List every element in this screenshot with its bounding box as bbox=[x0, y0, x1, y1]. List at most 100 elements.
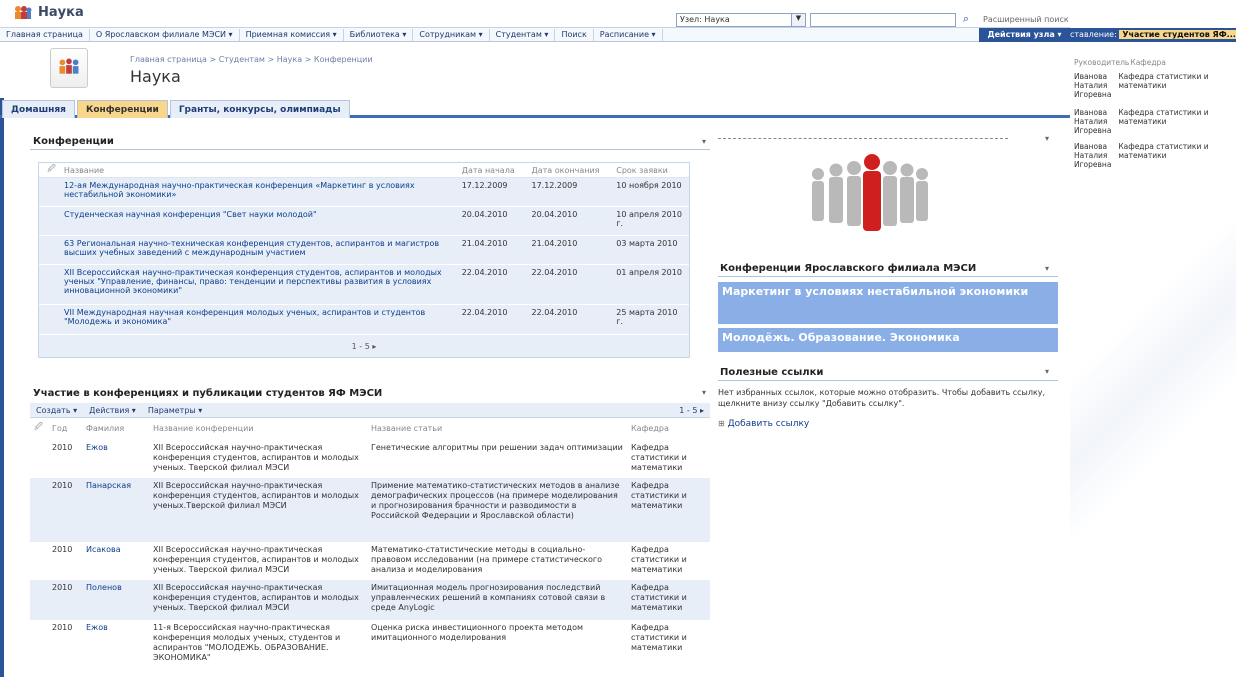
participation-header: 🖉 Год Фамилия Название конференции Назва… bbox=[30, 420, 710, 436]
webpart-menu-icon[interactable]: ▾ bbox=[1045, 367, 1049, 376]
department: Кафедра статистики и математики bbox=[1118, 72, 1209, 90]
col-header-year[interactable]: Год bbox=[47, 424, 82, 433]
new-button[interactable]: Создать ▾ bbox=[30, 406, 83, 415]
nav-item-library[interactable]: Библиотека ▾ bbox=[344, 28, 414, 41]
list-item: Иванова Наталия Игоревна Кафедра статист… bbox=[1074, 72, 1234, 99]
search-input[interactable] bbox=[810, 13, 956, 27]
department: Кафедра статистики и математики bbox=[1118, 108, 1209, 126]
actions-button[interactable]: Действия ▾ bbox=[83, 406, 142, 415]
table-row: XII Всероссийская научно-практическая ко… bbox=[39, 265, 689, 305]
conference-link[interactable]: 12-ая Международная научно-практическая … bbox=[39, 178, 458, 206]
conferences-pager[interactable]: 1 - 5 ▸ bbox=[39, 337, 689, 357]
surname-link[interactable]: Ежов bbox=[82, 440, 149, 478]
table-row: 2010 Ежов XII Всероссийская научно-практ… bbox=[30, 440, 710, 478]
start-date: 22.04.2010 bbox=[461, 308, 508, 317]
conference-banner-link[interactable]: Маркетинг в условиях нестабильной эконом… bbox=[718, 282, 1058, 324]
divider bbox=[718, 380, 1058, 381]
page-icon bbox=[50, 48, 88, 88]
list-toolbar: Создать ▾ Действия ▾ Параметры ▾ 1 - 5 ▸ bbox=[30, 403, 710, 418]
branch-conferences-title: Конференции Ярославского филиала МЭСИ bbox=[720, 263, 977, 274]
nav-item-admission[interactable]: Приемная комиссия ▾ bbox=[240, 28, 344, 41]
article-name: Генетические алгоритмы при решении задач… bbox=[371, 443, 623, 452]
surname-link[interactable]: Панарская bbox=[82, 478, 149, 542]
settings-button[interactable]: Параметры ▾ bbox=[142, 406, 208, 415]
tab-conferences[interactable]: Конференции bbox=[76, 100, 168, 118]
surname-link[interactable]: Ежов bbox=[82, 620, 149, 672]
conference-name: XII Всероссийская научно-практическая ко… bbox=[153, 443, 359, 472]
table-row: VII Международная научная конференция мо… bbox=[39, 305, 689, 335]
image-webpart-title bbox=[718, 138, 1008, 139]
tab-grants[interactable]: Гранты, конкурсы, олимпиады bbox=[169, 100, 350, 118]
plus-box-icon: ⊞ bbox=[718, 419, 725, 428]
col-header-supervisor[interactable]: Руководитель bbox=[1074, 58, 1129, 67]
side-panel-title-view: Участие студентов ЯФ... bbox=[1119, 30, 1236, 39]
search-icon[interactable]: ⌕ bbox=[958, 12, 974, 27]
side-panel-header: Руководитель Кафедра bbox=[1074, 58, 1166, 67]
nav-item-staff[interactable]: Сотрудникам ▾ bbox=[413, 28, 490, 41]
list-item: Иванова Наталия Игоревна Кафедра статист… bbox=[1074, 142, 1234, 169]
start-date: 20.04.2010 bbox=[461, 210, 508, 219]
side-panel-title[interactable]: ставление: Участие студентов ЯФ... bbox=[1070, 28, 1236, 42]
add-link-label: Добавить ссылку bbox=[727, 419, 810, 429]
site-actions-button[interactable]: Действия узла ▾ bbox=[979, 28, 1070, 42]
col-header-conference[interactable]: Название конференции bbox=[149, 424, 367, 433]
site-title-link[interactable]: Наука bbox=[38, 5, 84, 20]
col-header-name[interactable]: Название bbox=[64, 166, 458, 175]
conferences-title: Конференции bbox=[33, 136, 114, 147]
webpart-menu-icon[interactable]: ▾ bbox=[1045, 134, 1049, 143]
end-date: 20.04.2010 bbox=[531, 210, 578, 219]
col-header-start[interactable]: Дата начала bbox=[458, 166, 528, 175]
side-panel-title-prefix: ставление: bbox=[1070, 30, 1117, 39]
surname-link[interactable]: Исакова bbox=[82, 542, 149, 580]
participation-pager[interactable]: 1 - 5 ▸ bbox=[673, 406, 710, 415]
advanced-search-link[interactable]: Расширенный поиск bbox=[983, 15, 1069, 24]
department: Кафедра статистики и математики bbox=[631, 545, 687, 574]
divider bbox=[30, 149, 710, 150]
end-date: 21.04.2010 bbox=[531, 239, 578, 248]
table-row: 12-ая Международная научно-практическая … bbox=[39, 178, 689, 207]
webpart-menu-icon[interactable]: ▾ bbox=[702, 388, 706, 397]
year: 2010 bbox=[52, 545, 73, 554]
nav-item-about[interactable]: О Ярославском филиале МЭСИ ▾ bbox=[90, 28, 240, 41]
conference-name: XII Всероссийская научно-практическая ко… bbox=[153, 545, 359, 574]
conference-link[interactable]: XII Всероссийская научно-практическая ко… bbox=[39, 265, 458, 304]
supervisor: Иванова Наталия Игоревна bbox=[1074, 72, 1112, 99]
nav-item-home[interactable]: Главная страница bbox=[0, 28, 90, 41]
top-navigation: Главная страница О Ярославском филиале М… bbox=[0, 28, 1070, 42]
tab-strip: Домашняя Конференции Гранты, конкурсы, о… bbox=[0, 100, 1070, 118]
surname-link[interactable]: Поленов bbox=[82, 580, 149, 620]
col-header-article[interactable]: Название статьи bbox=[367, 424, 627, 433]
col-header-department[interactable]: Кафедра bbox=[627, 424, 707, 433]
col-header-deadline[interactable]: Срок заявки bbox=[612, 166, 689, 175]
search-scope-select[interactable]: Узел: Наука ▼ bbox=[676, 13, 806, 27]
department: Кафедра статистики и математики bbox=[631, 623, 687, 652]
table-row: 2010 Исакова XII Всероссийская научно-пр… bbox=[30, 542, 710, 580]
department: Кафедра статистики и математики bbox=[1118, 142, 1209, 160]
top-header: Наука Узел: Наука ▼ ⌕ Расширенный поиск bbox=[0, 0, 1070, 28]
nav-item-schedule[interactable]: Расписание ▾ bbox=[594, 28, 663, 41]
conferences-header: 🖉 Название Дата начала Дата окончания Ср… bbox=[39, 163, 689, 178]
chevron-down-icon[interactable]: ▼ bbox=[791, 14, 805, 26]
supervisor: Иванова Наталия Игоревна bbox=[1074, 142, 1112, 169]
col-header-end[interactable]: Дата окончания bbox=[527, 166, 612, 175]
start-date: 22.04.2010 bbox=[461, 268, 508, 277]
year: 2010 bbox=[52, 623, 73, 632]
conference-link[interactable]: VII Международная научная конференция мо… bbox=[39, 305, 458, 334]
col-header-surname[interactable]: Фамилия bbox=[82, 424, 149, 433]
nav-item-students[interactable]: Студентам ▾ bbox=[490, 28, 556, 41]
breadcrumb[interactable]: Главная страница > Студентам > Наука > К… bbox=[130, 55, 373, 64]
participation-title: Участие в конференциях и публикации студ… bbox=[33, 388, 383, 399]
deadline: 25 марта 2010 г. bbox=[616, 308, 678, 326]
nav-item-search[interactable]: Поиск bbox=[555, 28, 594, 41]
webpart-menu-icon[interactable]: ▾ bbox=[1045, 264, 1049, 273]
col-header-department[interactable]: Кафедра bbox=[1130, 58, 1166, 67]
search-scope-value: Узел: Наука bbox=[680, 15, 730, 24]
site-logo-icon bbox=[15, 6, 32, 19]
add-link-button[interactable]: ⊞ Добавить ссылку bbox=[718, 419, 809, 429]
tab-home[interactable]: Домашняя bbox=[2, 100, 75, 118]
webpart-menu-icon[interactable]: ▾ bbox=[702, 137, 706, 146]
conference-link[interactable]: 63 Региональная научно-техническая конфе… bbox=[39, 236, 458, 264]
divider bbox=[718, 276, 1058, 277]
conference-banner-link[interactable]: Молодёжь. Образование. Экономика bbox=[718, 328, 1058, 352]
conference-link[interactable]: Студенческая научная конференция "Свет н… bbox=[39, 207, 458, 235]
